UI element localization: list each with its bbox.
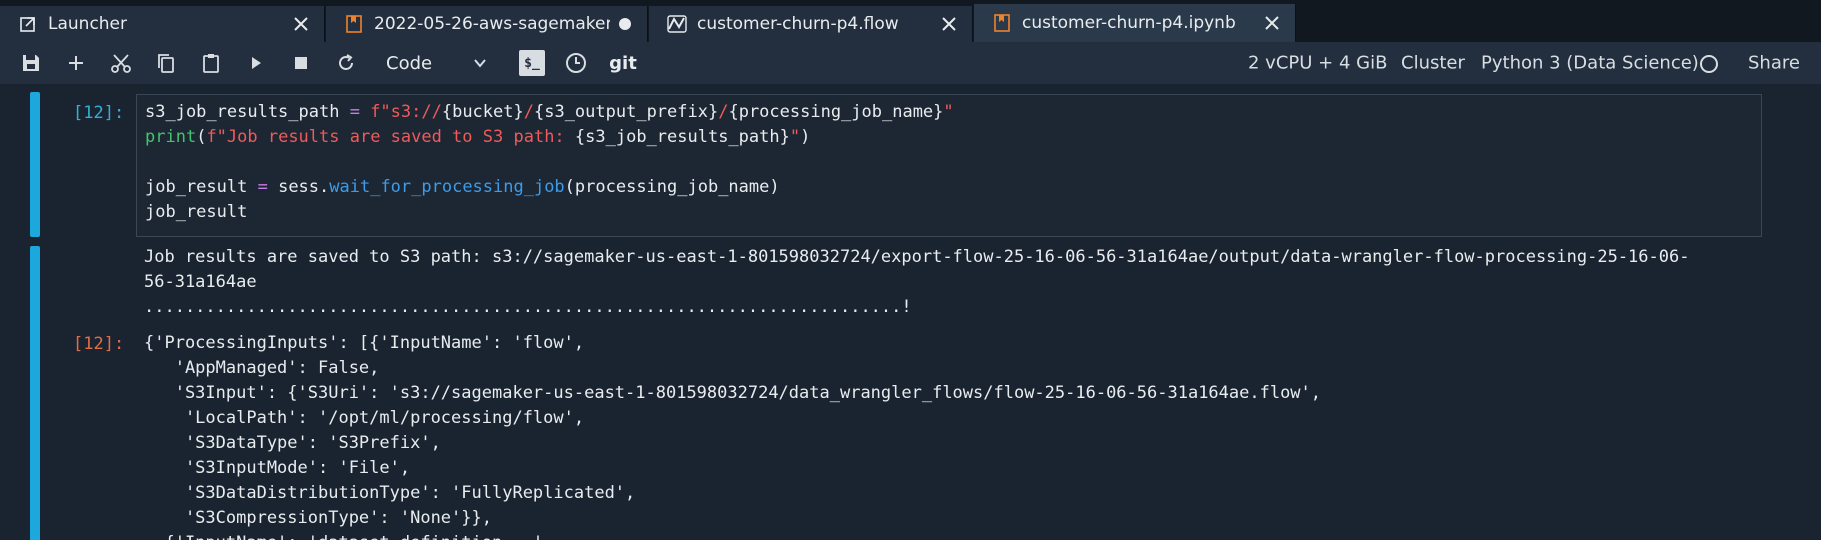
paste-button[interactable] [198,50,224,76]
close-icon[interactable] [1263,14,1281,32]
notebook-icon [992,13,1012,33]
result-line: 'S3CompressionType': 'None'}}, [144,508,492,528]
cut-button[interactable] [108,50,134,76]
tab-launcher[interactable]: Launcher [0,6,325,42]
stop-button[interactable] [288,50,314,76]
kernel-name[interactable]: Python 3 (Data Science) [1481,53,1699,74]
code-text: s3_job_results_path = f"s3://{bucket}/{s… [145,102,954,222]
terminal-button[interactable]: $_ [519,50,545,76]
kernel-status-icon [1700,55,1718,73]
input-collapser[interactable] [30,92,40,237]
code-editor[interactable]: s3_job_results_path = f"s3://{bucket}/{s… [136,94,1762,237]
tab-label: 2022-05-26-aws-sagemaker- [374,14,610,34]
cell-type-dropdown[interactable]: Code [386,49,496,77]
add-cell-button[interactable] [63,50,89,76]
instance-type[interactable]: 2 vCPU + 4 GiB [1248,53,1387,74]
close-icon[interactable] [940,15,958,33]
play-icon [252,57,261,69]
tab-label: customer-churn-p4.flow [697,14,899,34]
run-button[interactable] [243,50,269,76]
tab-bar: Launcher 2022-05-26-aws-sagemaker- custo… [0,0,1821,42]
external-window-icon [18,14,38,34]
result-line: {'InputName': 'dataset_definition...' [144,531,1321,540]
git-button[interactable]: git [606,50,640,76]
flow-icon [667,14,687,34]
clock-button[interactable] [563,50,589,76]
terminal-icon: $_ [524,55,540,71]
notebook-toolbar: Code $_ git 2 vCPU + 4 GiB Cluster Pytho… [0,42,1821,84]
refresh-icon [339,54,353,70]
clock-icon [566,53,586,73]
result-line: {'ProcessingInputs': [{'InputName': 'flo… [144,333,585,353]
save-button[interactable] [18,50,44,76]
cluster-button[interactable]: Cluster [1401,53,1465,74]
plus-icon [69,56,83,70]
output-collapser[interactable] [30,246,40,540]
result-line: 'AppManaged': False, [144,358,380,378]
git-icon: git [609,52,637,74]
tab-customer-churn-notebook[interactable]: customer-churn-p4.ipynb [974,4,1296,42]
copy-icon [158,54,174,73]
copy-button[interactable] [153,50,179,76]
save-icon [23,55,39,71]
result-line: 'S3DataDistributionType': 'FullyReplicat… [144,483,636,503]
input-prompt: [12]: [73,103,125,123]
chevron-down-icon [472,55,488,71]
result-line: 'S3Input': {'S3Uri': 's3://sagemaker-us-… [144,383,1322,403]
notebook-panel: [12]: s3_job_results_path = f"s3://{buck… [0,84,1821,540]
tab-aws-sagemaker-notebook[interactable]: 2022-05-26-aws-sagemaker- [326,6,648,42]
share-button[interactable]: Share [1748,53,1800,74]
tab-label: customer-churn-p4.ipynb [1022,13,1236,33]
restart-kernel-button[interactable] [333,50,359,76]
tab-label: Launcher [48,14,128,34]
clipboard-icon [203,54,219,73]
tab-customer-churn-flow[interactable]: customer-churn-p4.flow [649,6,973,42]
output-line: 56-31a164ae [144,272,257,292]
cell-type-label: Code [386,52,433,74]
notebook-icon [344,14,364,34]
result-line: 'S3DataType': 'S3Prefix', [144,433,441,453]
scissors-icon [111,54,131,73]
unsaved-dot-icon[interactable] [619,18,631,30]
output-line: ........................................… [144,297,912,317]
stdout-output: Job results are saved to S3 path: s3://s… [144,245,1689,320]
output-line: Job results are saved to S3 path: s3://s… [144,247,1690,267]
output-prompt: [12]: [73,334,125,354]
result-line: 'S3InputMode': 'File', [144,458,411,478]
result-output: {'ProcessingInputs': [{'InputName': 'flo… [144,331,1321,540]
result-line: 'LocalPath': '/opt/ml/processing/flow', [144,408,585,428]
close-icon[interactable] [292,15,310,33]
stop-icon [295,57,307,69]
